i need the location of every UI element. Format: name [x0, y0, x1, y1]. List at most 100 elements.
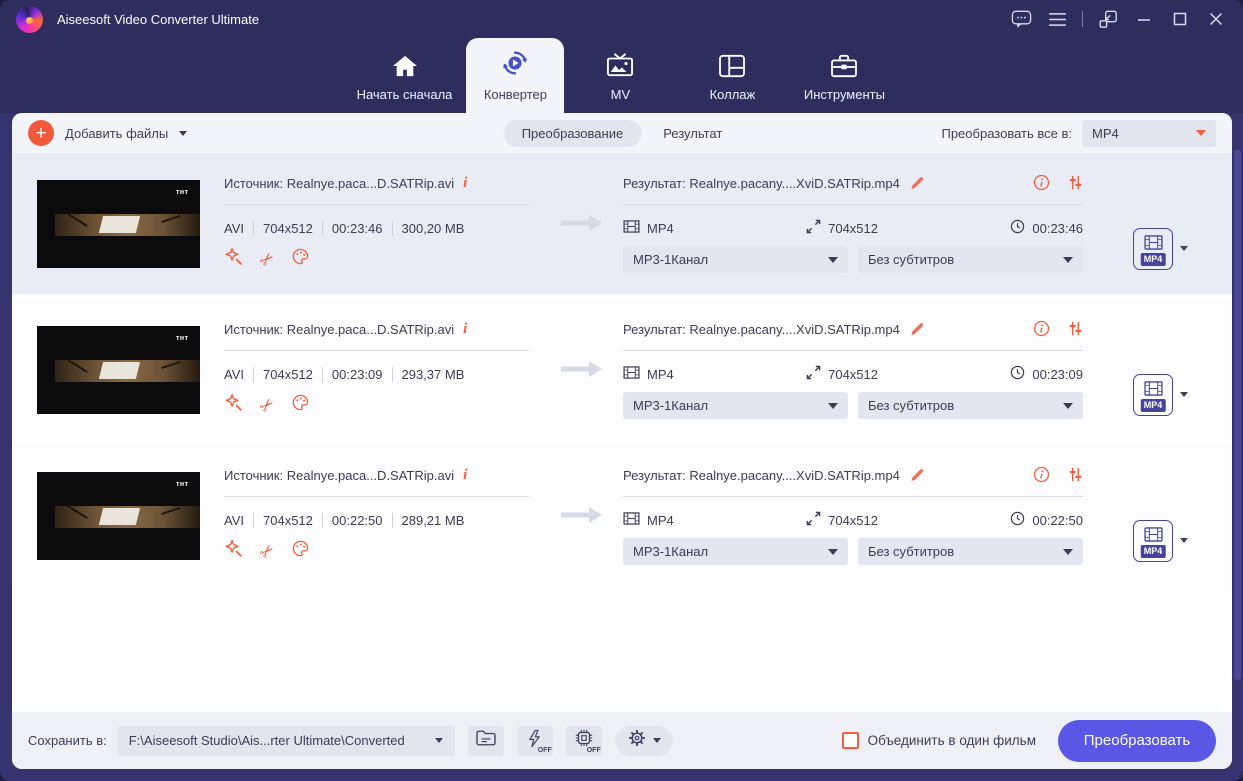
source-duration: 00:23:46 [321, 221, 383, 236]
output-format-button[interactable]: MP4 [1133, 373, 1173, 416]
add-files-button[interactable]: + Добавить файлы [28, 120, 188, 146]
source-block: Источник: Realnye.paca...D.SATRip.avi i … [224, 173, 529, 294]
info-icon[interactable]: i [463, 321, 467, 338]
merge-checkbox[interactable] [841, 732, 859, 749]
resolution-icon [806, 365, 821, 383]
add-icon: + [28, 120, 54, 146]
cut-icon[interactable]: ✂ [255, 539, 279, 563]
info-icon[interactable]: i [463, 175, 467, 192]
result-duration: 00:23:46 [1032, 220, 1083, 236]
tab-mv[interactable]: MV [564, 38, 676, 113]
audio-track-select[interactable]: MP3-1Канал [623, 392, 848, 419]
settings-button[interactable] [614, 725, 673, 756]
video-thumbnail[interactable]: тнт [37, 180, 200, 268]
audio-caret-icon [828, 402, 838, 409]
scrollbar-thumb[interactable] [1234, 150, 1241, 680]
divider [224, 350, 529, 351]
output-format-button[interactable]: MP4 [1133, 519, 1173, 562]
result-block: Результат: Realnye.pacany....XviD.SATRip… [623, 465, 1083, 586]
audio-track-select[interactable]: MP3-1Канал [623, 538, 848, 565]
audio-track-select[interactable]: MP3-1Канал [623, 246, 848, 273]
audio-caret-icon [828, 548, 838, 555]
media-info-icon[interactable] [1033, 174, 1050, 194]
tab-start-over[interactable]: Начать сначала [343, 38, 467, 113]
tab-converter[interactable]: Конвертер [466, 38, 565, 113]
video-thumbnail[interactable]: тнт [37, 326, 200, 414]
output-format-caret-icon[interactable] [1180, 538, 1188, 543]
color-palette-icon[interactable] [291, 393, 310, 417]
rename-icon[interactable] [909, 320, 926, 340]
save-path-select[interactable]: F:\Aiseesoft Studio\Ais...rter Ultimate\… [116, 725, 455, 756]
convert-all-caret-icon [1196, 130, 1206, 136]
view-tab-converted[interactable]: Результат [645, 120, 740, 147]
result-name: Результат: Realnye.pacany....XviD.SATRip… [623, 322, 900, 337]
app-window: Aiseesoft Video Converter Ultimate Начат… [0, 0, 1243, 781]
divider [623, 350, 1083, 351]
titlebar-controls [1006, 6, 1231, 32]
source-duration: 00:23:09 [321, 367, 383, 382]
duration-icon [1010, 511, 1025, 529]
tab-label: Начать сначала [356, 87, 453, 102]
subtitle-select[interactable]: Без субтитров [858, 392, 1083, 419]
edit-effects-icon[interactable] [224, 393, 243, 417]
view-tab-converting[interactable]: Преобразование [503, 119, 642, 147]
audio-caret-icon [828, 256, 838, 263]
tab-tools[interactable]: Инструменты [788, 38, 900, 113]
adjust-icon[interactable] [1068, 466, 1083, 486]
format-icon [623, 366, 640, 382]
menu-icon[interactable] [1042, 6, 1072, 32]
gpu-accel-button[interactable]: OFF [565, 725, 602, 756]
media-info-icon[interactable] [1033, 466, 1050, 486]
result-format: MP4 [647, 220, 674, 236]
hw-accel-button[interactable]: OFF [516, 725, 553, 756]
color-palette-icon[interactable] [291, 539, 310, 563]
edit-effects-icon[interactable] [224, 539, 243, 563]
toolbox-icon [830, 48, 858, 78]
minimize-icon[interactable] [1129, 6, 1159, 32]
add-files-caret-icon[interactable] [179, 130, 188, 136]
channel-logo: тнт [176, 334, 189, 342]
tab-collage[interactable]: Коллаж [676, 38, 788, 113]
source-meta: AVI 704x512 00:22:50 289,21 MB [224, 513, 529, 528]
feedback-icon[interactable] [1006, 6, 1036, 32]
media-info-icon[interactable] [1033, 320, 1050, 340]
resolution-icon [806, 219, 821, 237]
video-thumbnail[interactable]: тнт [37, 472, 200, 560]
mini-mode-icon[interactable] [1093, 6, 1123, 32]
edit-tools: ✂ [224, 247, 529, 271]
tab-label: MV [610, 87, 631, 102]
app-logo-icon [16, 5, 43, 33]
subtitle-select[interactable]: Без субтитров [858, 246, 1083, 273]
maximize-icon[interactable] [1165, 6, 1195, 32]
output-format-group: MP4 [1133, 349, 1188, 440]
output-format-caret-icon[interactable] [1180, 246, 1188, 251]
info-icon[interactable]: i [463, 467, 467, 484]
channel-logo: тнт [176, 188, 189, 196]
cut-icon[interactable]: ✂ [255, 247, 279, 271]
adjust-icon[interactable] [1068, 320, 1083, 340]
open-folder-button[interactable] [467, 725, 504, 756]
format-icon [623, 512, 640, 528]
output-format-badge: MP4 [1140, 544, 1166, 558]
subtitle-select[interactable]: Без субтитров [858, 538, 1083, 565]
file-row: тнт Источник: Realnye.paca...D.SATRip.av… [12, 299, 1232, 440]
converter-icon [500, 48, 530, 78]
source-name: Источник: Realnye.paca...D.SATRip.avi [224, 468, 455, 483]
cut-icon[interactable]: ✂ [255, 393, 279, 417]
convert-all-select[interactable]: MP4 [1082, 119, 1216, 147]
close-icon[interactable] [1201, 6, 1231, 32]
rename-icon[interactable] [909, 466, 926, 486]
output-format-caret-icon[interactable] [1180, 392, 1188, 397]
rename-icon[interactable] [909, 174, 926, 194]
output-format-button[interactable]: MP4 [1133, 227, 1173, 270]
output-format-badge: MP4 [1140, 398, 1166, 412]
source-resolution: 704x512 [253, 367, 313, 382]
file-row: тнт Источник: Realnye.paca...D.SATRip.av… [12, 153, 1232, 294]
edit-effects-icon[interactable] [224, 247, 243, 271]
channel-logo: тнт [176, 480, 189, 488]
convert-button[interactable]: Преобразовать [1058, 719, 1216, 762]
adjust-icon[interactable] [1068, 174, 1083, 194]
save-path-value: F:\Aiseesoft Studio\Ais...rter Ultimate\… [128, 733, 405, 748]
convert-arrow-icon [559, 213, 605, 294]
color-palette-icon[interactable] [291, 247, 310, 271]
